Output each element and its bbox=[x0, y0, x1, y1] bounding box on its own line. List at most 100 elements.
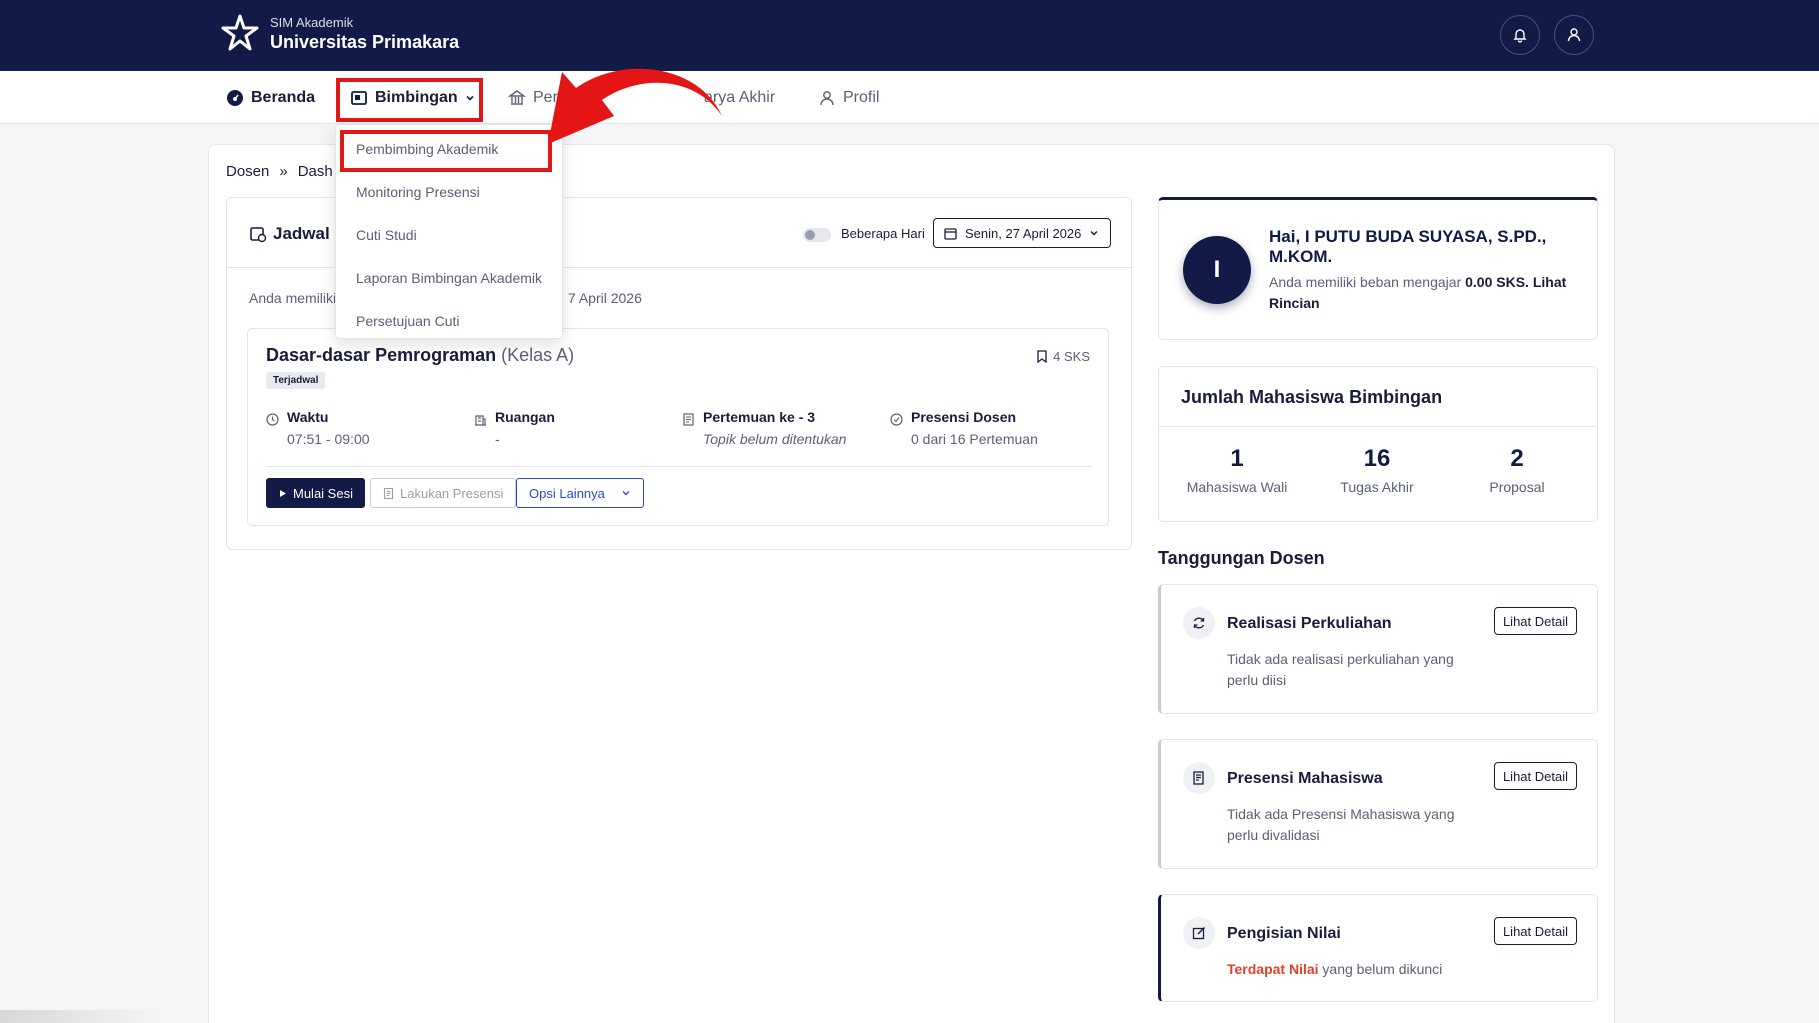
button-label: Opsi Lainnya bbox=[529, 485, 605, 501]
user-icon bbox=[1567, 28, 1581, 42]
detail-ruangan: Ruangan - bbox=[474, 409, 555, 447]
account-button[interactable] bbox=[1554, 15, 1594, 55]
stat-proposal[interactable]: 2 Proposal bbox=[1447, 445, 1587, 495]
stat-label: Mahasiswa Wali bbox=[1186, 479, 1288, 495]
detail-value: 07:51 - 09:00 bbox=[287, 431, 370, 447]
date-value: Senin, 27 April 2026 bbox=[965, 225, 1082, 241]
document-icon bbox=[383, 487, 394, 499]
status-badge: Terjadwal bbox=[266, 372, 326, 389]
task-card-realisasi: Realisasi Perkuliahan Tidak ada realisas… bbox=[1158, 584, 1598, 714]
menu-item-monitoring-presensi[interactable]: Monitoring Presensi bbox=[356, 184, 480, 200]
nav-label: Profil bbox=[843, 88, 880, 106]
menu-item-laporan-bimbingan[interactable]: Laporan Bimbingan Akademik bbox=[356, 270, 542, 286]
check-circle-icon bbox=[890, 413, 903, 426]
menu-item-persetujuan-cuti[interactable]: Persetujuan Cuti bbox=[356, 313, 460, 329]
task-title: Realisasi Perkuliahan bbox=[1227, 615, 1392, 632]
chevron-down-icon bbox=[1090, 231, 1098, 236]
breadcrumb-current: Dash bbox=[297, 163, 333, 180]
card-title: Jumlah Mahasiswa Bimbingan bbox=[1159, 367, 1597, 427]
task-icon-wrap bbox=[1183, 762, 1215, 794]
main-navbar: Beranda Bimbingan Perkuli arya Akhir Pro… bbox=[0, 71, 1819, 124]
chevron-down-icon bbox=[622, 491, 630, 496]
profile-card: I Hai, I PUTU BUDA SUYASA, S.PD., M.KOM.… bbox=[1158, 197, 1598, 340]
course-class: (Kelas A) bbox=[501, 345, 575, 365]
scroll-shadow bbox=[0, 1010, 160, 1023]
document-icon bbox=[683, 413, 694, 426]
stat-label: Proposal bbox=[1489, 479, 1545, 495]
task-description: Tidak ada realisasi perkuliahan yang per… bbox=[1227, 651, 1454, 688]
view-detail-button[interactable]: Lihat Detail bbox=[1493, 607, 1577, 635]
highlight-box-bimbingan bbox=[336, 78, 483, 122]
brand[interactable]: SIM Akademik Universitas Primakara bbox=[220, 14, 459, 54]
load-sks: 0.00 SKS. bbox=[1465, 274, 1529, 290]
date-picker[interactable]: Senin, 27 April 2026 bbox=[933, 218, 1111, 248]
info-end: 7 April 2026 bbox=[567, 290, 642, 306]
task-title: Presensi Mahasiswa bbox=[1227, 770, 1383, 787]
detail-label: Ruangan bbox=[495, 409, 555, 425]
refresh-icon bbox=[1193, 617, 1205, 629]
edit-icon bbox=[1192, 927, 1205, 940]
breadcrumb-separator: » bbox=[279, 163, 288, 180]
highlight-box-menu-item bbox=[340, 130, 552, 172]
notification-button[interactable] bbox=[1500, 15, 1540, 55]
calendar-clock-icon bbox=[250, 227, 267, 243]
schedule-title: Jadwal M bbox=[249, 224, 349, 244]
detail-value: - bbox=[495, 431, 500, 447]
button-label: Lakukan Presensi bbox=[400, 485, 504, 501]
desc-rest: yang belum dikunci bbox=[1318, 961, 1443, 977]
course-title[interactable]: Dasar-dasar Pemrograman (Kelas A) bbox=[266, 345, 574, 366]
detail-pertemuan: Pertemuan ke - 3 Topik belum ditentukan bbox=[682, 409, 846, 447]
stat-value: 1 bbox=[1230, 445, 1244, 472]
detail-value: Topik belum ditentukan bbox=[703, 431, 847, 447]
bell-icon bbox=[1513, 29, 1527, 43]
toggle-label: Beberapa Hari bbox=[841, 226, 925, 241]
divider bbox=[266, 466, 1092, 467]
stat-mahasiswa-wali[interactable]: 1 Mahasiswa Wali bbox=[1167, 445, 1307, 495]
clock-icon bbox=[266, 413, 279, 426]
brand-title: Universitas Primakara bbox=[270, 32, 460, 52]
teaching-load: Anda memiliki beban mengajar 0.00 SKS. L… bbox=[1269, 272, 1579, 314]
detail-label: Presensi Dosen bbox=[911, 409, 1017, 425]
view-detail-button[interactable]: Lihat Detail bbox=[1493, 762, 1577, 790]
more-options-button[interactable]: Opsi Lainnya bbox=[516, 478, 644, 508]
detail-label: Waktu bbox=[287, 409, 329, 425]
task-description: Terdapat Nilai yang belum dikunci bbox=[1227, 959, 1467, 980]
course-card: Dasar-dasar Pemrograman (Kelas A) Terjad… bbox=[247, 328, 1109, 526]
task-description: Tidak ada Presensi Mahasiswa yang perlu … bbox=[1227, 806, 1455, 843]
view-detail-button[interactable]: Lihat Detail bbox=[1493, 917, 1577, 945]
detail-presensi: Presensi Dosen 0 dari 16 Pertemuan bbox=[890, 409, 1038, 447]
nav-profil[interactable]: Profil bbox=[818, 71, 879, 124]
brand-subtitle: SIM Akademik bbox=[270, 15, 354, 30]
stat-tugas-akhir[interactable]: 16 Tugas Akhir bbox=[1307, 445, 1447, 495]
stat-value: 16 bbox=[1363, 445, 1391, 472]
avatar: I bbox=[1183, 236, 1251, 304]
building-icon bbox=[475, 415, 486, 426]
annotation-arrow bbox=[548, 68, 722, 144]
breadcrumb-root[interactable]: Dosen bbox=[226, 163, 269, 180]
stat-label: Tugas Akhir bbox=[1340, 479, 1414, 495]
top-bar: SIM Akademik Universitas Primakara bbox=[0, 0, 1819, 71]
task-card-nilai: Pengisian Nilai Terdapat Nilai yang belu… bbox=[1158, 894, 1598, 1002]
course-name: Dasar-dasar Pemrograman bbox=[266, 345, 497, 365]
nav-beranda[interactable]: Beranda bbox=[226, 71, 315, 124]
info-start: Anda memiliki bbox=[249, 290, 337, 306]
bookmark-icon bbox=[1037, 350, 1047, 363]
load-prefix: Anda memiliki beban mengajar bbox=[1269, 274, 1462, 290]
start-session-button[interactable]: Mulai Sesi bbox=[266, 478, 365, 508]
multi-day-toggle[interactable] bbox=[803, 228, 831, 242]
play-icon bbox=[280, 489, 286, 497]
warning-text: Terdapat Nilai bbox=[1227, 961, 1319, 977]
task-icon-wrap bbox=[1183, 607, 1215, 639]
calendar-icon bbox=[944, 227, 957, 240]
breadcrumb: Dosen » Dash bbox=[226, 163, 333, 180]
section-title: Tanggungan Dosen bbox=[1158, 548, 1325, 568]
stat-value: 2 bbox=[1510, 445, 1524, 472]
greeting: Hai, I PUTU BUDA SUYASA, S.PD., M.KOM. bbox=[1269, 227, 1547, 266]
document-list-icon bbox=[1193, 771, 1204, 785]
student-count-card: Jumlah Mahasiswa Bimbingan 1 Mahasiswa W… bbox=[1158, 366, 1598, 522]
attendance-button[interactable]: Lakukan Presensi bbox=[370, 478, 517, 508]
sks-value: 4 SKS bbox=[1053, 349, 1090, 364]
university-logo-icon bbox=[221, 14, 259, 51]
menu-item-cuti-studi[interactable]: Cuti Studi bbox=[356, 227, 417, 243]
bank-icon bbox=[508, 89, 526, 105]
